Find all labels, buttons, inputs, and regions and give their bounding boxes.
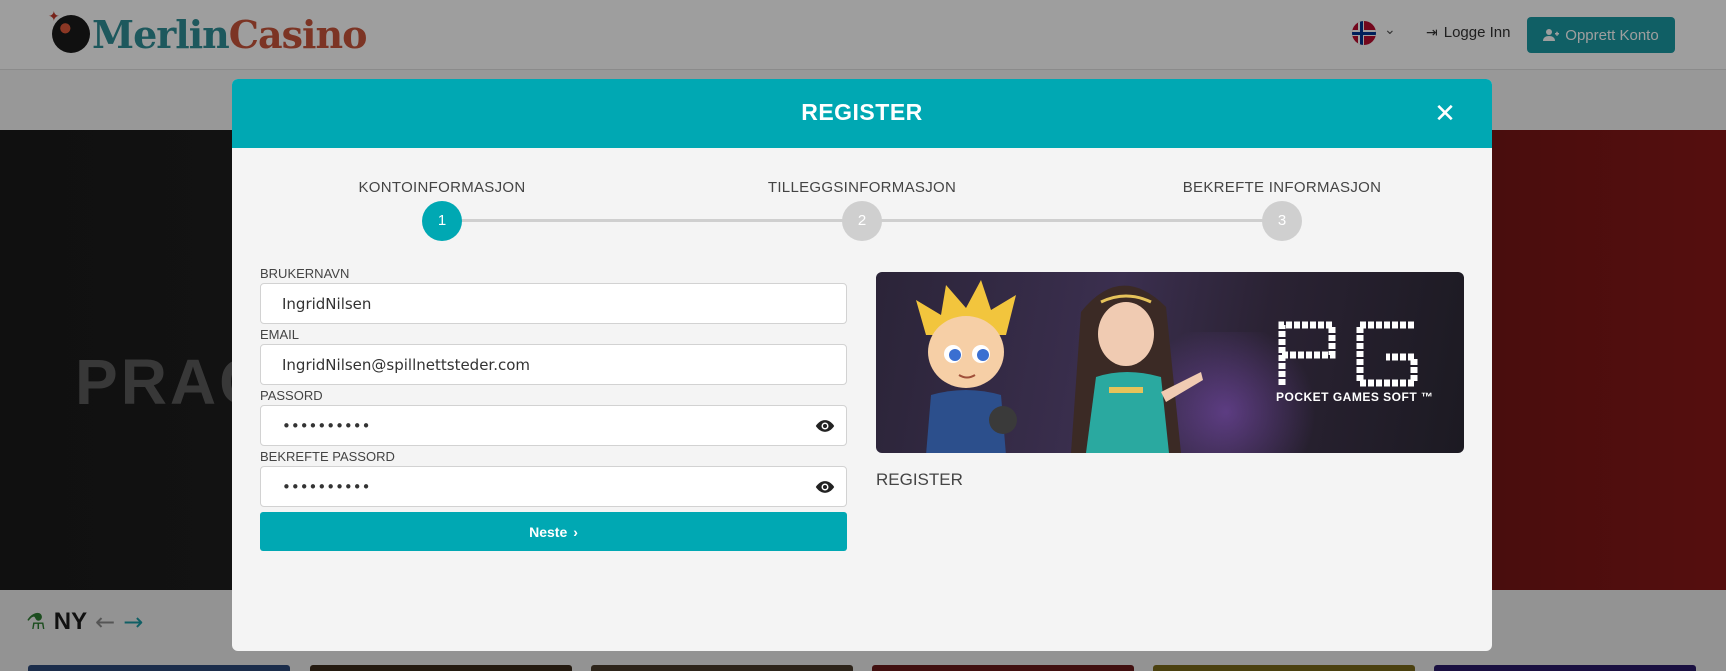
email-input[interactable] xyxy=(261,345,846,384)
modal-title: REGISTER xyxy=(801,99,923,125)
chevron-right-icon: › xyxy=(573,523,578,540)
username-label: BRUKERNAVN xyxy=(260,266,350,281)
password-label: PASSORD xyxy=(260,388,323,403)
email-field-box xyxy=(260,344,847,385)
princess-character-image xyxy=(1071,285,1203,453)
step-label: KONTOINFORMASJON xyxy=(358,179,526,196)
step-circle: 2 xyxy=(842,201,882,241)
eye-icon[interactable] xyxy=(815,477,835,497)
register-form: BRUKERNAVN EMAIL PASSORD BEKREFTE PASSOR… xyxy=(260,266,847,551)
close-icon[interactable]: ✕ xyxy=(1432,101,1458,127)
step-confirm-info: BEKREFTE INFORMASJON 3 xyxy=(1132,179,1432,241)
step-account-info: KONTOINFORMASJON 1 xyxy=(292,179,592,241)
register-modal: REGISTER ✕ KONTOINFORMASJON 1 TILLEGGSIN… xyxy=(232,79,1492,651)
next-button[interactable]: Neste › xyxy=(260,512,847,551)
next-label: Neste xyxy=(529,523,568,540)
step-label: TILLEGGSINFORMASJON xyxy=(767,179,957,196)
email-label: EMAIL xyxy=(260,327,300,342)
eye-icon[interactable] xyxy=(815,416,835,436)
pg-soft-banner: POCKET GAMES SOFT ™ xyxy=(876,272,1464,453)
pg-brand-text: POCKET GAMES SOFT ™ xyxy=(1276,390,1434,404)
step-additional-info: TILLEGGSINFORMASJON 2 xyxy=(712,179,1012,241)
confirm-password-input[interactable] xyxy=(261,467,846,506)
username-field-box xyxy=(260,283,847,324)
step-circle: 3 xyxy=(1262,201,1302,241)
username-input[interactable] xyxy=(261,284,846,323)
confirm-password-label: BEKREFTE PASSORD xyxy=(260,449,395,464)
password-input[interactable] xyxy=(261,406,846,445)
modal-header: REGISTER ✕ xyxy=(232,79,1492,148)
step-circle: 1 xyxy=(422,201,462,241)
confirm-password-field-box xyxy=(260,466,847,507)
registration-stepper: KONTOINFORMASJON 1 TILLEGGSINFORMASJON 2… xyxy=(232,179,1492,241)
boy-character-image xyxy=(916,280,1017,453)
pg-logo-icon xyxy=(1278,321,1418,387)
password-field-box xyxy=(260,405,847,446)
step-label: BEKREFTE INFORMASJON xyxy=(1182,179,1382,196)
banner-caption: REGISTER xyxy=(876,470,963,489)
